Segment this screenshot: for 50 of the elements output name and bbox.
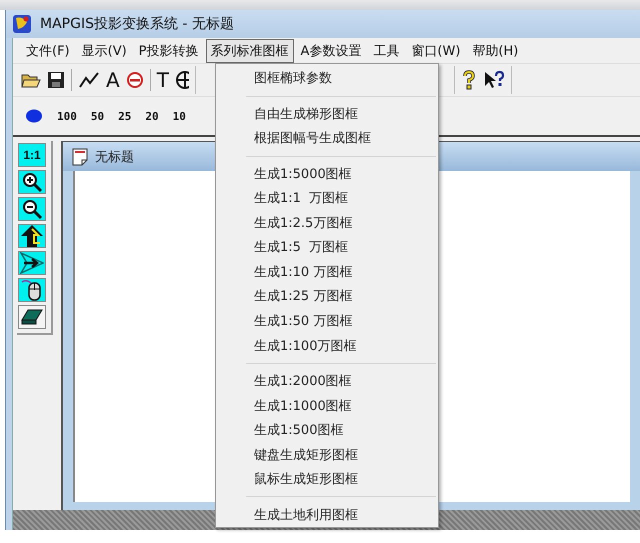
scale-one-button[interactable]: 1:1 bbox=[18, 143, 46, 167]
menu-option[interactable]: 生成1:5 万图框 bbox=[216, 235, 438, 260]
pointer-help-icon[interactable] bbox=[482, 70, 505, 90]
menu-option[interactable]: 生成土地利用图框 bbox=[216, 502, 438, 527]
scale-button[interactable]: 100 bbox=[57, 110, 77, 122]
zoom-in-button[interactable] bbox=[18, 170, 46, 194]
dot-icon[interactable] bbox=[25, 109, 43, 123]
menu-option[interactable]: 生成1:2.5万图框 bbox=[216, 210, 438, 236]
menu-option[interactable]: 生成1:1 万图框 bbox=[216, 186, 438, 211]
scale-button[interactable]: 10 bbox=[172, 110, 186, 122]
document-title: 无标题 bbox=[95, 148, 134, 166]
eraser-button[interactable] bbox=[18, 305, 46, 329]
menu-option[interactable]: 生成1:500图框 bbox=[216, 418, 438, 442]
menu-item[interactable]: 窗口(W) bbox=[406, 38, 466, 62]
polyline-icon[interactable] bbox=[78, 70, 100, 90]
question-icon[interactable] bbox=[460, 70, 477, 90]
menu-option[interactable]: 生成1:2000图框 bbox=[216, 368, 438, 394]
menu-item[interactable]: 文件(F) bbox=[21, 38, 75, 62]
mouse-button[interactable] bbox=[18, 278, 46, 302]
menu-option[interactable]: 生成1:50 万图框 bbox=[216, 308, 438, 334]
zoom-out-button[interactable] bbox=[18, 197, 46, 221]
document-icon bbox=[71, 148, 89, 166]
save-icon[interactable] bbox=[47, 71, 65, 89]
move-arrow-button[interactable] bbox=[18, 251, 46, 275]
minus-circle-icon[interactable] bbox=[126, 71, 144, 89]
menu-option[interactable]: 生成1:100万图框 bbox=[216, 333, 438, 358]
scale-button[interactable]: 25 bbox=[118, 110, 132, 122]
menu-option[interactable]: 生成1:10 万图框 bbox=[216, 260, 438, 284]
menu-item[interactable]: 帮助(H) bbox=[467, 38, 524, 62]
up-arrow-button[interactable] bbox=[18, 224, 46, 248]
menu-item[interactable]: P投影转换 bbox=[134, 38, 204, 62]
scale-button[interactable]: 20 bbox=[145, 110, 159, 122]
menu-option[interactable]: 生成1:1000图框 bbox=[216, 393, 438, 418]
scale-button[interactable]: 50 bbox=[90, 110, 104, 122]
menu-option[interactable]: 鼠标生成矩形图框 bbox=[216, 466, 438, 492]
menu-item[interactable]: A参数设置 bbox=[296, 38, 366, 62]
window-title: MAPGIS投影变换系统 - 无标题 bbox=[40, 15, 234, 33]
text-tool-button[interactable]: A bbox=[106, 70, 120, 90]
menu-option[interactable]: 图框椭球参数 bbox=[216, 66, 438, 91]
menu-option[interactable]: 自由生成梯形图框 bbox=[216, 102, 438, 126]
app-icon bbox=[12, 14, 32, 34]
menu-option[interactable]: 生成1:5000图框 bbox=[216, 162, 438, 186]
menu-item[interactable]: 显示(V) bbox=[76, 38, 132, 62]
menu-item[interactable]: 系列标准图框 bbox=[206, 38, 294, 62]
text-tool-button[interactable]: T bbox=[156, 70, 169, 90]
menu-option[interactable]: 根据图幅号生成图框 bbox=[216, 126, 438, 151]
menu-item[interactable]: 工具 bbox=[368, 38, 404, 62]
menu-option[interactable]: 键盘生成矩形图框 bbox=[216, 442, 438, 467]
crosshair-icon[interactable] bbox=[174, 70, 189, 90]
menu-option[interactable]: 生成1:25 万图框 bbox=[216, 284, 438, 309]
